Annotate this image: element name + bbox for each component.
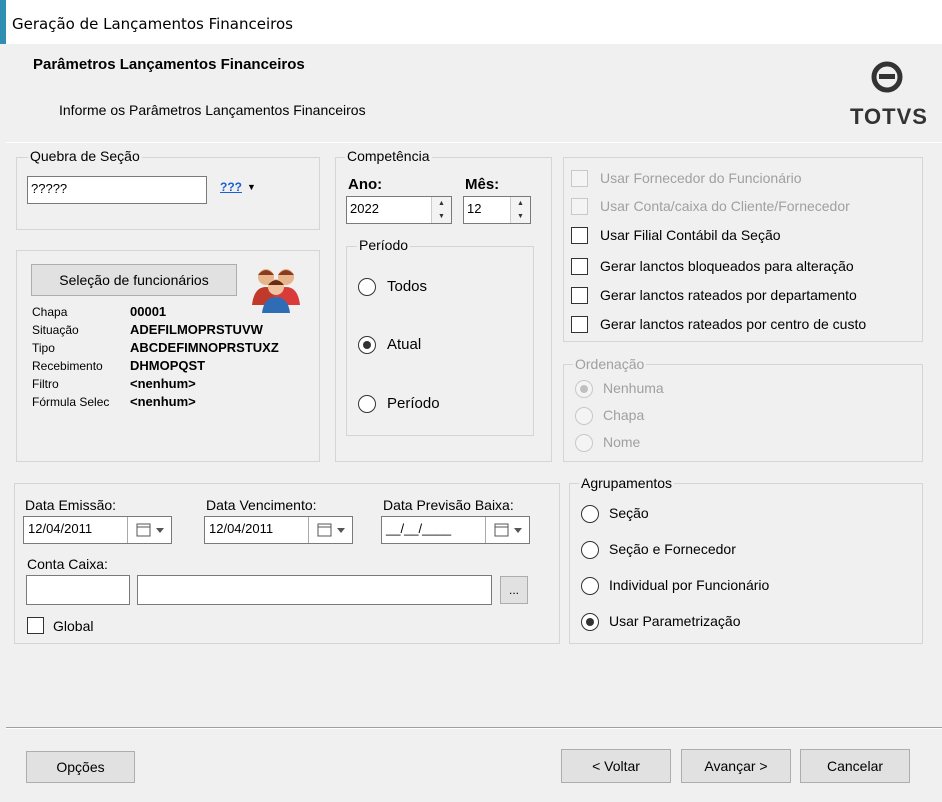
mes-input[interactable]: 12 ▲ ▼: [463, 196, 531, 224]
footer-divider-highlight: [6, 728, 942, 729]
tipo-value: ABCDEFIMNOPRSTUXZ: [130, 340, 279, 355]
conta-caixa-browse-button[interactable]: ...: [500, 576, 528, 604]
usar-conta-caixa-label: Usar Conta/caixa do Cliente/Fornecedor: [600, 198, 850, 214]
totvs-logo-icon: [870, 60, 904, 94]
header-subtitle: Informe os Parâmetros Lançamentos Financ…: [59, 102, 366, 118]
window-title: Geração de Lançamentos Financeiros: [12, 15, 293, 33]
agrup-secao-label[interactable]: Seção: [609, 505, 649, 521]
recebimento-value: DHMOPQST: [130, 358, 206, 373]
opcoes-button[interactable]: Opções: [26, 751, 135, 783]
ordenacao-nenhuma-radio[interactable]: [575, 380, 593, 398]
mes-value: 12: [467, 201, 482, 216]
header-title: Parâmetros Lançamentos Financeiros: [33, 56, 305, 73]
mes-spinner[interactable]: ▲ ▼: [510, 197, 530, 223]
conta-caixa-label: Conta Caixa:: [27, 556, 108, 572]
cancelar-button[interactable]: Cancelar: [800, 749, 910, 783]
periodo-legend: Período: [357, 237, 411, 253]
rateados-departamento-checkbox[interactable]: [571, 287, 588, 304]
agrup-secao-fornecedor-label[interactable]: Seção e Fornecedor: [609, 541, 736, 557]
ano-value: 2022: [350, 201, 379, 216]
ordenacao-nome-label: Nome: [603, 434, 641, 450]
filtro-value: <nenhum>: [130, 376, 196, 391]
data-previsao-label: Data Previsão Baixa:: [383, 497, 514, 513]
situacao-value: ADEFILMOPRSTUVW: [130, 322, 263, 337]
rateados-departamento-label[interactable]: Gerar lanctos rateados por departamento: [600, 287, 857, 303]
spin-up-icon[interactable]: ▲: [511, 197, 530, 210]
rateados-centro-custo-label[interactable]: Gerar lanctos rateados por centro de cus…: [600, 316, 866, 332]
ano-label: Ano:: [348, 176, 383, 193]
lookup-icon[interactable]: ???: [220, 180, 242, 194]
ano-input[interactable]: 2022 ▲ ▼: [346, 196, 452, 224]
agrup-individual-radio[interactable]: [581, 577, 599, 595]
spin-down-icon[interactable]: ▼: [511, 210, 530, 223]
data-vencimento-value: 12/04/2011: [209, 521, 274, 536]
selecao-funcionarios-button[interactable]: Seleção de funcionários: [31, 264, 237, 296]
competencia-legend: Competência: [345, 148, 432, 164]
ordenacao-legend: Ordenação: [573, 356, 647, 372]
usar-filial-checkbox[interactable]: [571, 227, 588, 244]
bloqueados-label[interactable]: Gerar lanctos bloqueados para alteração: [600, 258, 854, 274]
data-vencimento-input[interactable]: 12/04/2011: [204, 516, 353, 544]
global-label[interactable]: Global: [53, 618, 93, 634]
rateados-centro-custo-checkbox[interactable]: [571, 316, 588, 333]
formula-label: Fórmula Selec: [32, 395, 110, 409]
data-previsao-value: __/__/____: [386, 521, 452, 536]
data-previsao-input[interactable]: __/__/____: [381, 516, 530, 544]
usar-fornecedor-label: Usar Fornecedor do Funcionário: [600, 170, 802, 186]
totvs-logo-text: TOTVS: [850, 104, 928, 129]
data-emissao-label: Data Emissão:: [25, 497, 117, 513]
agrup-parametrizacao-label[interactable]: Usar Parametrização: [609, 613, 741, 629]
calendar-icon[interactable]: [308, 517, 352, 543]
voltar-button[interactable]: < Voltar: [561, 749, 671, 783]
mes-label: Mês:: [465, 176, 500, 193]
periodo-atual-label[interactable]: Atual: [387, 336, 421, 353]
window-titlebar: Geração de Lançamentos Financeiros: [0, 0, 942, 44]
agrup-parametrizacao-radio[interactable]: [581, 613, 599, 631]
usar-conta-caixa-checkbox[interactable]: [571, 198, 588, 215]
filtro-label: Filtro: [32, 377, 59, 391]
avancar-button[interactable]: Avançar >: [681, 749, 791, 783]
usar-filial-label[interactable]: Usar Filial Contábil da Seção: [600, 227, 781, 243]
bloqueados-checkbox[interactable]: [571, 258, 588, 275]
lookup-dropdown-icon[interactable]: ▼: [247, 182, 256, 192]
header-divider: [6, 142, 942, 143]
conta-caixa-code-input[interactable]: [26, 575, 130, 605]
users-icon: [250, 263, 302, 313]
spin-up-icon[interactable]: ▲: [432, 197, 451, 210]
agrup-secao-fornecedor-radio[interactable]: [581, 541, 599, 559]
quebra-secao-input[interactable]: ?????: [27, 176, 207, 204]
data-emissao-input[interactable]: 12/04/2011: [23, 516, 172, 544]
quebra-secao-legend: Quebra de Seção: [28, 148, 142, 164]
ordenacao-nenhuma-label: Nenhuma: [603, 380, 664, 396]
formula-value: <nenhum>: [130, 394, 196, 409]
situacao-label: Situação: [32, 323, 79, 337]
periodo-atual-radio[interactable]: [358, 336, 376, 354]
ordenacao-nome-radio[interactable]: [575, 434, 593, 452]
calendar-icon[interactable]: [485, 517, 529, 543]
ordenacao-chapa-label: Chapa: [603, 407, 645, 423]
calendar-icon[interactable]: [127, 517, 171, 543]
ano-spinner[interactable]: ▲ ▼: [431, 197, 451, 223]
tipo-label: Tipo: [32, 341, 55, 355]
usar-fornecedor-checkbox[interactable]: [571, 170, 588, 187]
chapa-label: Chapa: [32, 305, 68, 319]
periodo-todos-label[interactable]: Todos: [387, 278, 427, 295]
chapa-value: 00001: [130, 304, 167, 319]
wizard-header: Parâmetros Lançamentos Financeiros Infor…: [6, 44, 942, 142]
recebimento-label: Recebimento: [32, 359, 103, 373]
conta-caixa-desc-input[interactable]: [137, 575, 492, 605]
data-vencimento-label: Data Vencimento:: [206, 497, 317, 513]
agrup-individual-label[interactable]: Individual por Funcionário: [609, 577, 769, 593]
periodo-periodo-radio[interactable]: [358, 395, 376, 413]
ordenacao-chapa-radio[interactable]: [575, 407, 593, 425]
spin-down-icon[interactable]: ▼: [432, 210, 451, 223]
data-emissao-value: 12/04/2011: [28, 521, 93, 536]
agrupamentos-legend: Agrupamentos: [579, 475, 675, 491]
periodo-todos-radio[interactable]: [358, 278, 376, 296]
agrup-secao-radio[interactable]: [581, 505, 599, 523]
periodo-periodo-label[interactable]: Período: [387, 395, 440, 412]
global-checkbox[interactable]: [27, 617, 44, 634]
